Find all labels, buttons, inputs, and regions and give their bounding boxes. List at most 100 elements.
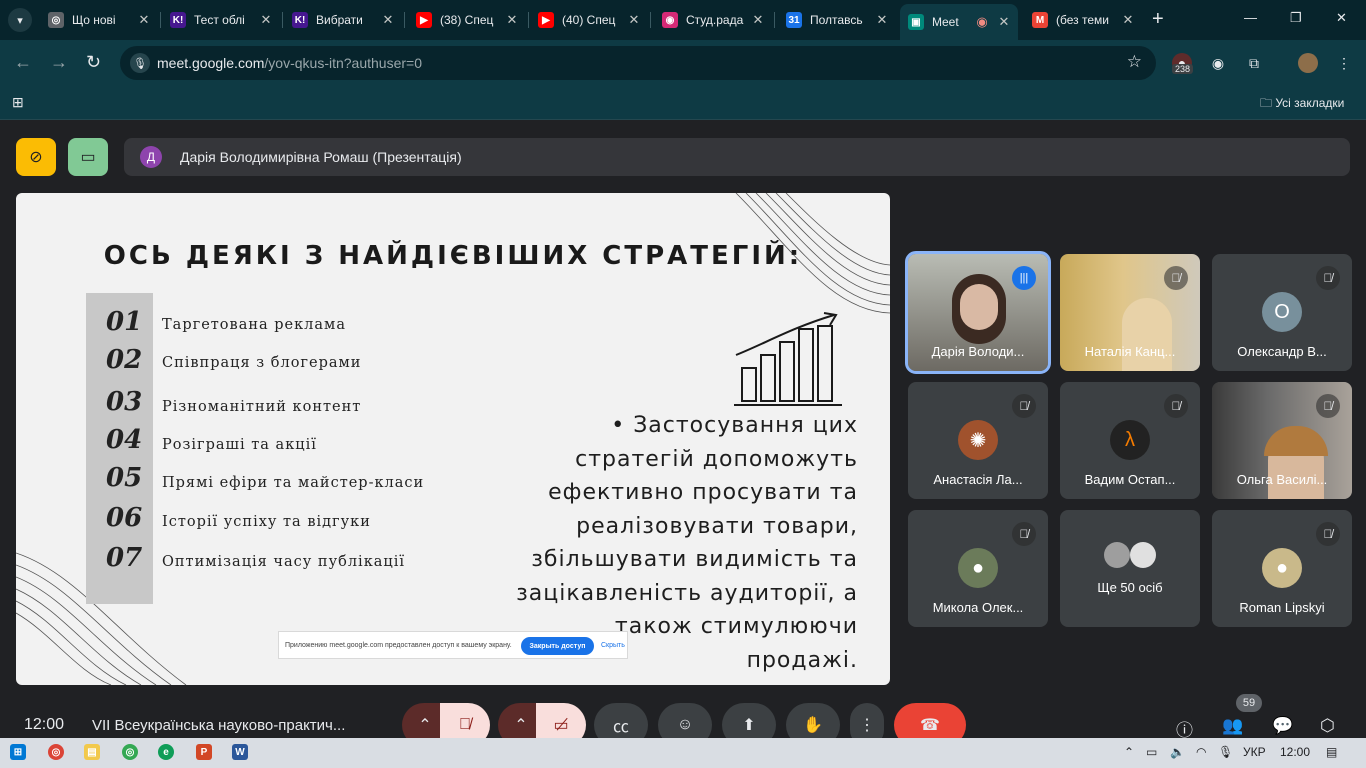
tab-7[interactable]: 31 Полтавсь ✕ xyxy=(778,6,896,34)
tab-strip: ▾ ◎ Що нові ✕ K! Тест облі ✕ K! Вибрати … xyxy=(0,0,1366,40)
participant-avatar xyxy=(1130,542,1156,568)
hide-notice-link[interactable]: Скрыть xyxy=(601,642,625,649)
close-icon[interactable]: ✕ xyxy=(626,12,642,28)
tab-search-button[interactable]: ▾ xyxy=(8,8,32,32)
participant-name: Ольга Василі... xyxy=(1236,472,1328,487)
participant-tile[interactable]: ✺ 🎙̸ Анастасія Ла... xyxy=(908,382,1048,499)
participant-tile[interactable]: О 🎙̸ Олександр В... xyxy=(1212,254,1352,371)
mic-tray-icon[interactable]: 🎙 xyxy=(1218,745,1233,759)
back-icon[interactable]: ← xyxy=(14,53,32,71)
forward-icon[interactable]: → xyxy=(50,53,68,71)
close-icon[interactable]: ✕ xyxy=(136,12,152,28)
mic-off-icon: 🎙̸ xyxy=(1012,522,1036,546)
extension-circle-icon[interactable]: ◉ xyxy=(1208,53,1228,73)
volume-icon[interactable]: 🔈 xyxy=(1170,745,1185,759)
close-icon[interactable]: ✕ xyxy=(750,12,766,28)
close-icon[interactable]: ✕ xyxy=(996,14,1012,30)
close-icon[interactable]: ✕ xyxy=(504,12,520,28)
participant-tile[interactable]: ||| Дарія Володи... xyxy=(905,251,1051,374)
notifications-icon[interactable]: ▤ xyxy=(1326,745,1337,759)
mic-off-icon: 🎙̸ xyxy=(1316,266,1340,290)
participant-tile[interactable]: 🎙̸ Наталія Канц... xyxy=(1060,254,1200,371)
microphone-indicator-icon[interactable]: 🎙 xyxy=(130,53,150,73)
browser-toolbar: ← → ↻ 🎙 meet.google.com/yov-qkus-itn?aut… xyxy=(0,40,1366,86)
activities-icon[interactable]: ⬡ xyxy=(1320,716,1335,736)
tab-title: Meet xyxy=(932,15,959,29)
people-icon[interactable]: 👥 xyxy=(1222,716,1243,736)
item-text: Розіграші та акції xyxy=(162,437,317,453)
item-number: 04 xyxy=(106,425,143,455)
tab-5[interactable]: ▶ (40) Спец ✕ xyxy=(530,6,648,34)
powerpoint-icon[interactable]: P xyxy=(196,744,212,760)
new-tab-button[interactable]: + xyxy=(1152,9,1170,31)
bookmarks-bar: ⊞ 🗀 Усі закладки xyxy=(0,86,1366,120)
battery-icon[interactable]: ▭ xyxy=(1146,745,1157,759)
tab-title: Студ.рада xyxy=(686,13,744,27)
file-explorer-icon[interactable]: ▤ xyxy=(84,744,100,760)
participant-name: Олександр В... xyxy=(1237,344,1327,359)
edge-icon[interactable]: e xyxy=(158,744,174,760)
tab-9[interactable]: M (без теми ✕ xyxy=(1024,6,1142,34)
url-text[interactable]: meet.google.com/yov-qkus-itn?authuser=0 xyxy=(157,55,422,71)
tab-3[interactable]: K! Вибрати ✕ xyxy=(284,6,402,34)
close-icon[interactable]: ✕ xyxy=(874,12,890,28)
mic-off-icon: 🎙̸ xyxy=(1316,522,1340,546)
taskbar-clock[interactable]: 12:00 xyxy=(1280,745,1310,759)
item-text: Оптимізація часу публікації xyxy=(162,554,405,570)
participant-tile[interactable]: ● 🎙̸ Roman Lipskyi xyxy=(1212,510,1352,627)
stop-presenting-icon[interactable]: ⊘ xyxy=(16,138,56,176)
stop-sharing-button[interactable]: Закрыть доступ xyxy=(521,637,594,655)
tab-6[interactable]: ◉ Студ.рада ✕ xyxy=(654,6,772,34)
close-icon[interactable]: ✕ xyxy=(1120,12,1136,28)
address-bar[interactable]: 🎙 meet.google.com/yov-qkus-itn?authuser=… xyxy=(120,46,1156,80)
chrome-taskbar-icon-2[interactable]: ◎ xyxy=(122,744,138,760)
all-bookmarks-button[interactable]: 🗀 Усі закладки xyxy=(1260,94,1344,115)
puzzle-icon[interactable]: ⧉ xyxy=(1244,53,1264,73)
close-window-button[interactable]: ✕ xyxy=(1336,10,1347,26)
item-number: 07 xyxy=(106,543,143,573)
wifi-icon[interactable]: ◠ xyxy=(1196,745,1206,759)
participant-tile[interactable]: ● 🎙̸ Микола Олек... xyxy=(908,510,1048,627)
tab-2[interactable]: K! Тест облі ✕ xyxy=(162,6,280,34)
meeting-title: VII Всеукраїнська науково-практич... xyxy=(92,717,346,734)
tray-chevron-icon[interactable]: ⌃ xyxy=(1124,745,1134,759)
participant-tile[interactable]: λ 🎙̸ Вадим Остап... xyxy=(1060,382,1200,499)
mic-off-icon: 🎙̸ xyxy=(1316,394,1340,418)
menu-dots-icon[interactable]: ⋮ xyxy=(1334,53,1354,73)
close-icon[interactable]: ✕ xyxy=(380,12,396,28)
screen-share-notice: Приложению meet.google.com предоставлен … xyxy=(278,631,628,659)
participant-name: Дарія Володи... xyxy=(931,344,1025,359)
presenter-avatar: Д xyxy=(140,146,162,168)
more-participants-label: Ще 50 осіб xyxy=(1097,580,1163,595)
apps-grid-icon[interactable]: ⊞ xyxy=(12,94,24,111)
item-number: 03 xyxy=(106,387,143,417)
windows-start-icon[interactable]: ⊞ xyxy=(10,744,26,760)
chat-icon[interactable]: 💬 xyxy=(1272,716,1293,736)
tab-meet-active[interactable]: ▣ Meet ◉ ✕ xyxy=(900,4,1018,40)
reload-icon[interactable]: ↻ xyxy=(86,53,101,71)
youtube-icon: ▶ xyxy=(538,12,554,28)
tab-title: Полтавсь xyxy=(810,13,863,27)
restore-button[interactable]: ❐ xyxy=(1290,10,1302,26)
bookmark-star-icon[interactable]: ☆ xyxy=(1127,52,1142,72)
recording-icon: ◉ xyxy=(976,14,988,29)
participant-avatar: λ xyxy=(1110,420,1150,460)
present-device-icon[interactable]: ▭ xyxy=(68,138,108,176)
item-text: Таргетована реклама xyxy=(162,317,346,333)
chrome-taskbar-icon[interactable]: ◎ xyxy=(48,744,64,760)
close-icon[interactable]: ✕ xyxy=(258,12,274,28)
participant-tile[interactable]: 🎙̸ Ольга Василі... xyxy=(1212,382,1352,499)
word-icon[interactable]: W xyxy=(232,744,248,760)
minimize-button[interactable]: — xyxy=(1244,10,1257,25)
item-text: Різноманітний контент xyxy=(162,399,362,415)
tab-1[interactable]: ◎ Що нові ✕ xyxy=(40,6,158,34)
person-silhouette xyxy=(1122,298,1172,371)
item-number: 02 xyxy=(106,345,143,375)
profile-avatar[interactable] xyxy=(1298,53,1318,73)
tab-4[interactable]: ▶ (38) Спец ✕ xyxy=(408,6,526,34)
language-indicator[interactable]: УКР xyxy=(1243,745,1266,759)
more-participants-tile[interactable]: Ще 50 осіб xyxy=(1060,510,1200,627)
participant-avatar: ● xyxy=(1262,548,1302,588)
tab-title: (40) Спец xyxy=(562,13,616,27)
participant-avatar: О xyxy=(1262,292,1302,332)
